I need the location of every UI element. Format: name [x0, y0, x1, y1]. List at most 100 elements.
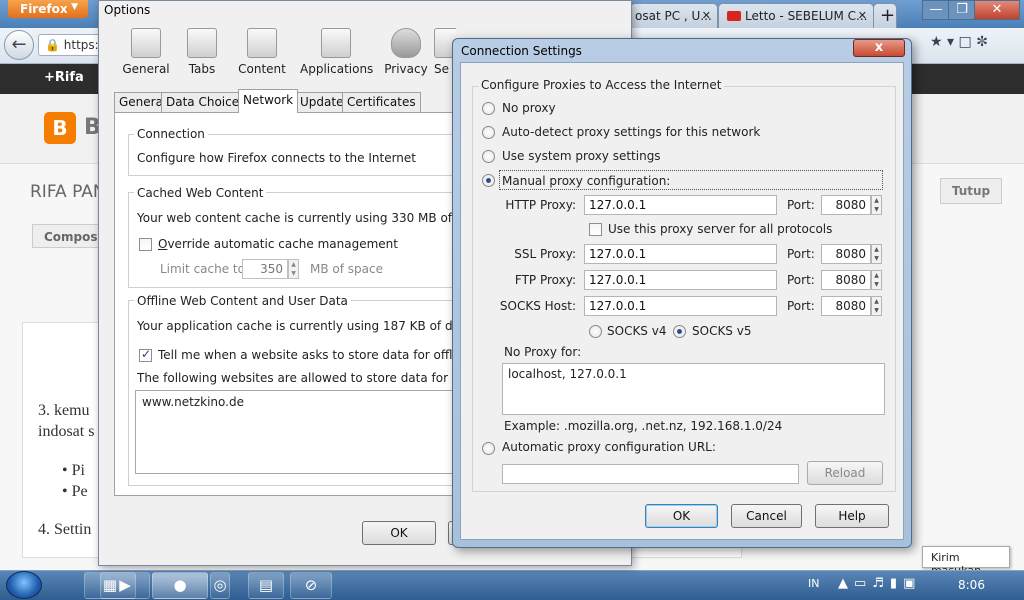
back-button[interactable]: ← — [4, 30, 34, 60]
use-for-all-protocols-label: Use this proxy server for all protocols — [608, 222, 833, 236]
firefox-menu-label: Firefox — [20, 2, 68, 16]
taskbar-chrome-icon[interactable]: ◎ — [210, 572, 230, 599]
help-button[interactable]: Help — [815, 504, 889, 528]
ssl-port-input[interactable]: 8080 — [821, 244, 871, 264]
offline-group-title: Offline Web Content and User Data — [134, 294, 351, 308]
window-close-button[interactable]: ✕ — [974, 0, 1020, 20]
subtab-certificates[interactable]: Certificates — [342, 92, 421, 112]
options-category-content[interactable]: Content — [230, 28, 294, 80]
ssl-port-spinner[interactable]: ▲ ▼ — [871, 244, 882, 264]
feedback-tooltip[interactable]: Kirim masukan — [922, 546, 1010, 577]
tab-close-icon[interactable]: ✕ — [858, 9, 867, 22]
options-category-general[interactable]: General — [114, 28, 178, 80]
cache-limit-input[interactable]: 350 — [242, 259, 288, 279]
back-arrow-icon: ← — [11, 34, 27, 55]
http-proxy-input[interactable]: 127.0.0.1 — [584, 195, 777, 215]
override-cache-label: Override automatic cache management — [158, 237, 398, 251]
http-port-input[interactable]: 8080 — [821, 195, 871, 215]
reload-button[interactable]: Reload — [807, 461, 883, 485]
ftp-proxy-input[interactable]: 127.0.0.1 — [584, 270, 777, 290]
taskbar-explorer-icon[interactable]: ▤ — [248, 572, 284, 599]
connection-settings-close-button[interactable]: x — [853, 39, 905, 57]
subtab-data-choices[interactable]: Data Choices — [161, 92, 251, 112]
tell-me-offline-label: Tell me when a website asks to store dat… — [158, 348, 454, 362]
connection-group-title: Connection — [134, 127, 208, 141]
window-maximize-button[interactable]: ❐ — [948, 0, 976, 20]
blogger-logo-icon[interactable]: B — [44, 112, 76, 144]
cache-unit-label: MB of space — [310, 262, 383, 276]
lock-icon: 🔒 — [45, 38, 60, 52]
auto-config-url-radio[interactable] — [482, 442, 495, 455]
taskbar-app-icon[interactable]: ⊘ — [290, 572, 332, 599]
options-category-tabs[interactable]: Tabs — [170, 28, 234, 80]
ftp-port-label: Port: — [787, 273, 815, 287]
socks-port-label: Port: — [787, 299, 815, 313]
start-button[interactable] — [6, 571, 42, 599]
options-dialog-title: Options — [104, 3, 151, 17]
ssl-proxy-input[interactable]: 127.0.0.1 — [584, 244, 777, 264]
toolbar-icons: ★ ▾ □ ✼ — [930, 34, 1020, 56]
new-tab-button[interactable]: + — [873, 3, 897, 28]
options-category-applications[interactable]: Applications — [300, 28, 374, 80]
firefox-menu-button[interactable]: Firefox ▼ — [8, 0, 88, 18]
ftp-port-input[interactable]: 8080 — [821, 270, 871, 290]
taskbar-firefox-icon[interactable]: ● — [152, 572, 208, 599]
allowed-site-item[interactable]: www.netzkino.de — [142, 395, 244, 409]
compose-button[interactable]: Compose — [32, 224, 106, 248]
socks-host-input[interactable]: 127.0.0.1 — [584, 296, 777, 316]
tab-label: osat PC , U... — [635, 9, 712, 23]
ftp-port-spinner[interactable]: ▲ ▼ — [871, 270, 882, 290]
post-list-text: Pi — [71, 462, 85, 479]
post-list-text: Pe — [71, 483, 88, 500]
language-indicator[interactable]: IN — [808, 577, 819, 590]
menu-arrow-icon[interactable]: ▾ — [947, 34, 954, 50]
socks-v5-radio[interactable] — [673, 325, 686, 338]
auto-detect-radio[interactable] — [482, 126, 495, 139]
subtab-network[interactable]: Network — [238, 89, 299, 113]
cache-description: Your web content cache is currently usin… — [137, 211, 455, 225]
manual-proxy-label: Manual proxy configuration: — [499, 170, 883, 190]
auto-config-url-input[interactable] — [502, 464, 799, 484]
system-tray-icons[interactable]: ▲▭♬▮▣ — [838, 576, 921, 591]
category-label: Applications — [300, 62, 374, 76]
socks-v4-label: SOCKS v4 — [607, 324, 667, 338]
category-label: Se — [434, 62, 449, 76]
post-list-item: • Pi — [62, 462, 85, 480]
subtab-update[interactable]: Update — [295, 92, 349, 112]
override-cache-checkbox[interactable] — [139, 238, 152, 251]
ftp-proxy-label: FTP Proxy: — [514, 273, 576, 287]
no-proxy-for-textarea[interactable]: localhost, 127.0.0.1 — [502, 363, 885, 415]
browser-tab-osat[interactable]: osat PC , U... ✕ — [630, 3, 718, 28]
manual-proxy-radio[interactable] — [482, 174, 495, 187]
close-editor-button[interactable]: Tutup — [940, 178, 1002, 204]
taskbar-media-player-icon[interactable]: ▶ — [100, 572, 150, 599]
no-proxy-for-label: No Proxy for: — [504, 345, 582, 359]
page-icon[interactable]: □ — [959, 34, 972, 50]
allowed-sites-description: The following websites are allowed to st… — [137, 371, 455, 385]
window-minimize-button[interactable]: — — [922, 0, 950, 20]
bookmark-star-icon[interactable]: ★ — [930, 34, 943, 50]
addon-icon[interactable]: ✼ — [976, 34, 988, 50]
http-port-spinner[interactable]: ▲ ▼ — [871, 195, 882, 215]
cache-limit-spinner[interactable]: ▲ ▼ — [288, 259, 299, 279]
use-for-all-protocols-checkbox[interactable] — [589, 223, 602, 236]
category-label: General — [122, 62, 170, 76]
post-text-line: 4. Settin — [38, 521, 92, 538]
category-label: Content — [238, 62, 286, 76]
socks-host-label: SOCKS Host: — [499, 299, 576, 313]
tab-close-icon[interactable]: ✕ — [702, 9, 711, 22]
socks-v4-radio[interactable] — [589, 325, 602, 338]
post-text-line: indosat s — [38, 423, 95, 440]
ok-button[interactable]: OK — [645, 504, 718, 528]
socks-port-input[interactable]: 8080 — [821, 296, 871, 316]
tell-me-offline-checkbox[interactable] — [139, 347, 152, 362]
system-proxy-radio[interactable] — [482, 150, 495, 163]
options-category-privacy[interactable]: Privacy — [374, 28, 438, 80]
cancel-button[interactable]: Cancel — [731, 504, 802, 528]
google-bar-user[interactable]: +Rifa — [44, 70, 84, 85]
browser-tab-letto[interactable]: Letto - SEBELUM C... ✕ — [718, 3, 874, 28]
no-proxy-radio[interactable] — [482, 102, 495, 115]
socks-port-spinner[interactable]: ▲ ▼ — [871, 296, 882, 316]
system-clock[interactable]: 8:06 — [958, 578, 985, 592]
options-ok-button[interactable]: OK — [362, 521, 436, 545]
